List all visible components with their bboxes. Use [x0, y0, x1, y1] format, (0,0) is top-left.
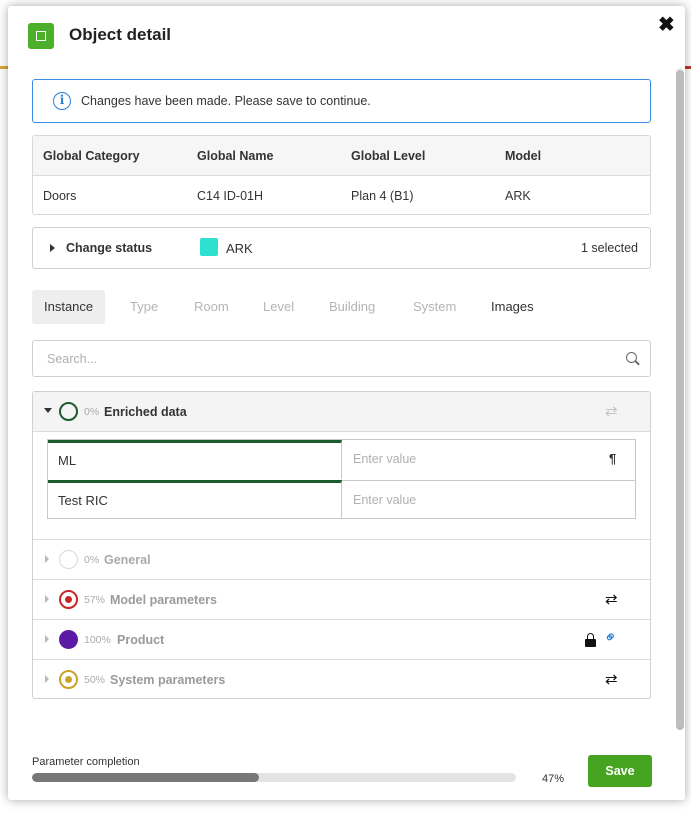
completion-percent: 47% — [542, 773, 565, 785]
tab-instance[interactable]: Instance — [32, 290, 106, 324]
caret-right-icon — [50, 244, 55, 252]
alert-text: Changes have been made. Please save to c… — [81, 94, 371, 108]
section-name: Model parameters — [110, 593, 217, 607]
field-label: ML — [48, 440, 342, 479]
section-system-parameters-header[interactable]: 50% System parameters ⇄ — [33, 660, 650, 700]
close-icon[interactable]: ✖ — [658, 15, 675, 35]
value-global-level: Plan 4 (B1) — [351, 189, 414, 203]
completion-ring-icon — [59, 402, 78, 421]
field-label: Test RIC — [48, 480, 342, 519]
field-row: Test RIC Enter value — [48, 480, 635, 519]
value-model: ARK — [505, 189, 531, 203]
sync-icon[interactable]: ⇄ — [605, 404, 618, 419]
caret-down-icon — [44, 408, 52, 413]
progress-fill — [32, 773, 260, 782]
section-model-parameters-header[interactable]: 57% Model parameters ⇄ — [33, 580, 650, 620]
section-name: General — [104, 553, 151, 567]
section-enriched-data-header[interactable]: 0% Enriched data ⇄ — [33, 392, 650, 432]
parameter-sections: 0% Enriched data ⇄ ML Enter value ¶ Test… — [32, 391, 651, 699]
info-icon: i — [53, 92, 71, 110]
scrollbar-thumb[interactable] — [676, 70, 684, 730]
sync-icon[interactable]: ⇄ — [605, 672, 618, 687]
search-icon[interactable] — [626, 352, 637, 363]
enriched-data-fields: ML Enter value ¶ Test RIC Enter value — [47, 439, 636, 519]
completion-ring-icon — [59, 630, 78, 649]
change-status-label: Change status — [66, 241, 153, 255]
object-icon — [28, 23, 54, 49]
save-button[interactable]: Save — [588, 755, 652, 787]
tab-system[interactable]: System — [401, 290, 468, 324]
section-name: Product — [117, 633, 165, 647]
field-value-input[interactable]: Enter value — [343, 440, 635, 479]
tab-room[interactable]: Room — [182, 290, 241, 324]
parameter-completion-label: Parameter completion — [32, 756, 140, 768]
section-percent: 0% — [84, 406, 100, 418]
section-percent: 50% — [84, 674, 106, 686]
caret-right-icon — [45, 555, 49, 563]
status-color-swatch — [200, 238, 218, 256]
sync-icon[interactable]: ⇄ — [605, 592, 618, 607]
search-input[interactable] — [34, 342, 614, 375]
value-global-name: C14 ID-01H — [197, 189, 263, 203]
section-percent: 100% — [84, 634, 111, 646]
completion-ring-icon — [59, 590, 78, 609]
field-row: ML Enter value ¶ — [48, 440, 635, 479]
info-table-header: Global Category Global Name Global Level… — [33, 136, 650, 176]
section-percent: 57% — [84, 594, 106, 606]
header-global-level: Global Level — [351, 149, 426, 163]
header-global-name: Global Name — [197, 149, 274, 163]
header-global-category: Global Category — [43, 149, 140, 163]
completion-ring-icon — [59, 670, 78, 689]
value-global-category: Doors — [43, 189, 77, 203]
header-model: Model — [505, 149, 542, 163]
tab-building[interactable]: Building — [317, 290, 387, 324]
modal-title: Object detail — [69, 25, 172, 44]
change-status-panel[interactable]: Change status ARK 1 selected — [32, 227, 651, 269]
tab-type[interactable]: Type — [118, 290, 170, 324]
caret-right-icon — [45, 595, 49, 603]
tab-images[interactable]: Images — [479, 290, 546, 324]
section-name: System parameters — [110, 673, 226, 687]
selected-count: 1 selected — [581, 241, 638, 255]
search-box — [32, 340, 651, 377]
section-product-header[interactable]: 100% Product ⚭ — [33, 620, 650, 660]
parameter-completion-progress — [32, 773, 516, 782]
field-value-input[interactable]: Enter value — [343, 481, 635, 520]
caret-right-icon — [45, 635, 49, 643]
completion-ring-icon — [59, 550, 78, 569]
lock-icon — [585, 633, 596, 647]
object-detail-modal: Object detail ✖ i Changes have been made… — [8, 6, 685, 800]
section-general-header[interactable]: 0% General — [33, 540, 650, 580]
section-name: Enriched data — [104, 405, 187, 419]
caret-right-icon — [45, 675, 49, 683]
tab-level[interactable]: Level — [251, 290, 306, 324]
pilcrow-icon[interactable]: ¶ — [609, 451, 616, 466]
link-icon[interactable]: ⚭ — [601, 627, 623, 649]
section-percent: 0% — [84, 554, 100, 566]
unsaved-changes-alert: i Changes have been made. Please save to… — [32, 79, 651, 123]
change-status-value: ARK — [226, 241, 253, 256]
modal-header: Object detail ✖ — [8, 6, 685, 66]
object-info-table: Global Category Global Name Global Level… — [32, 135, 651, 215]
